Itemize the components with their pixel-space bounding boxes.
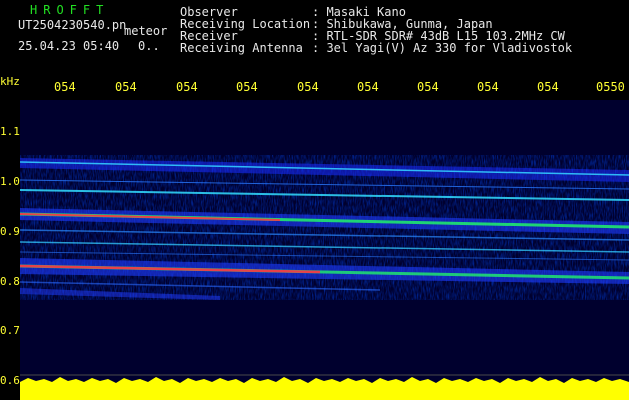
x-tick: 054 xyxy=(417,80,439,94)
x-tick: 054 xyxy=(236,80,258,94)
counter-label: 0.. xyxy=(138,39,160,53)
y-tick: 1.0 xyxy=(0,175,20,188)
datetime-label: 25.04.23 05:40 xyxy=(18,39,120,53)
x-tick: 054 xyxy=(54,80,76,94)
x-tick: 054 xyxy=(176,80,198,94)
y-tick: 0.6 xyxy=(0,374,20,387)
x-tick: 054 xyxy=(477,80,499,94)
antenna-value: : 3el Yagi(V) Az 330 for Vladivostok xyxy=(312,41,573,55)
x-tick: 0550 xyxy=(596,80,625,94)
antenna-label: Receiving Antenna xyxy=(180,41,303,55)
x-tick: 054 xyxy=(297,80,319,94)
mode-label: meteor xyxy=(124,24,168,38)
x-tick: 054 xyxy=(357,80,379,94)
filename-label: UT2504230540.pn xyxy=(18,18,127,32)
y-tick: 0.7 xyxy=(0,324,20,337)
hrofft-window: HROFFT UT2504230540.pn meteor 25.04.23 0… xyxy=(0,0,629,400)
x-tick: 054 xyxy=(115,80,137,94)
y-tick: 1.1 xyxy=(0,125,20,138)
unit-label: kHz xyxy=(0,75,20,88)
app-title: HROFFT xyxy=(30,3,110,17)
y-tick: 0.9 xyxy=(0,225,20,238)
y-tick: 0.8 xyxy=(0,275,20,288)
spectrogram-plot xyxy=(20,100,629,400)
x-tick: 054 xyxy=(537,80,559,94)
